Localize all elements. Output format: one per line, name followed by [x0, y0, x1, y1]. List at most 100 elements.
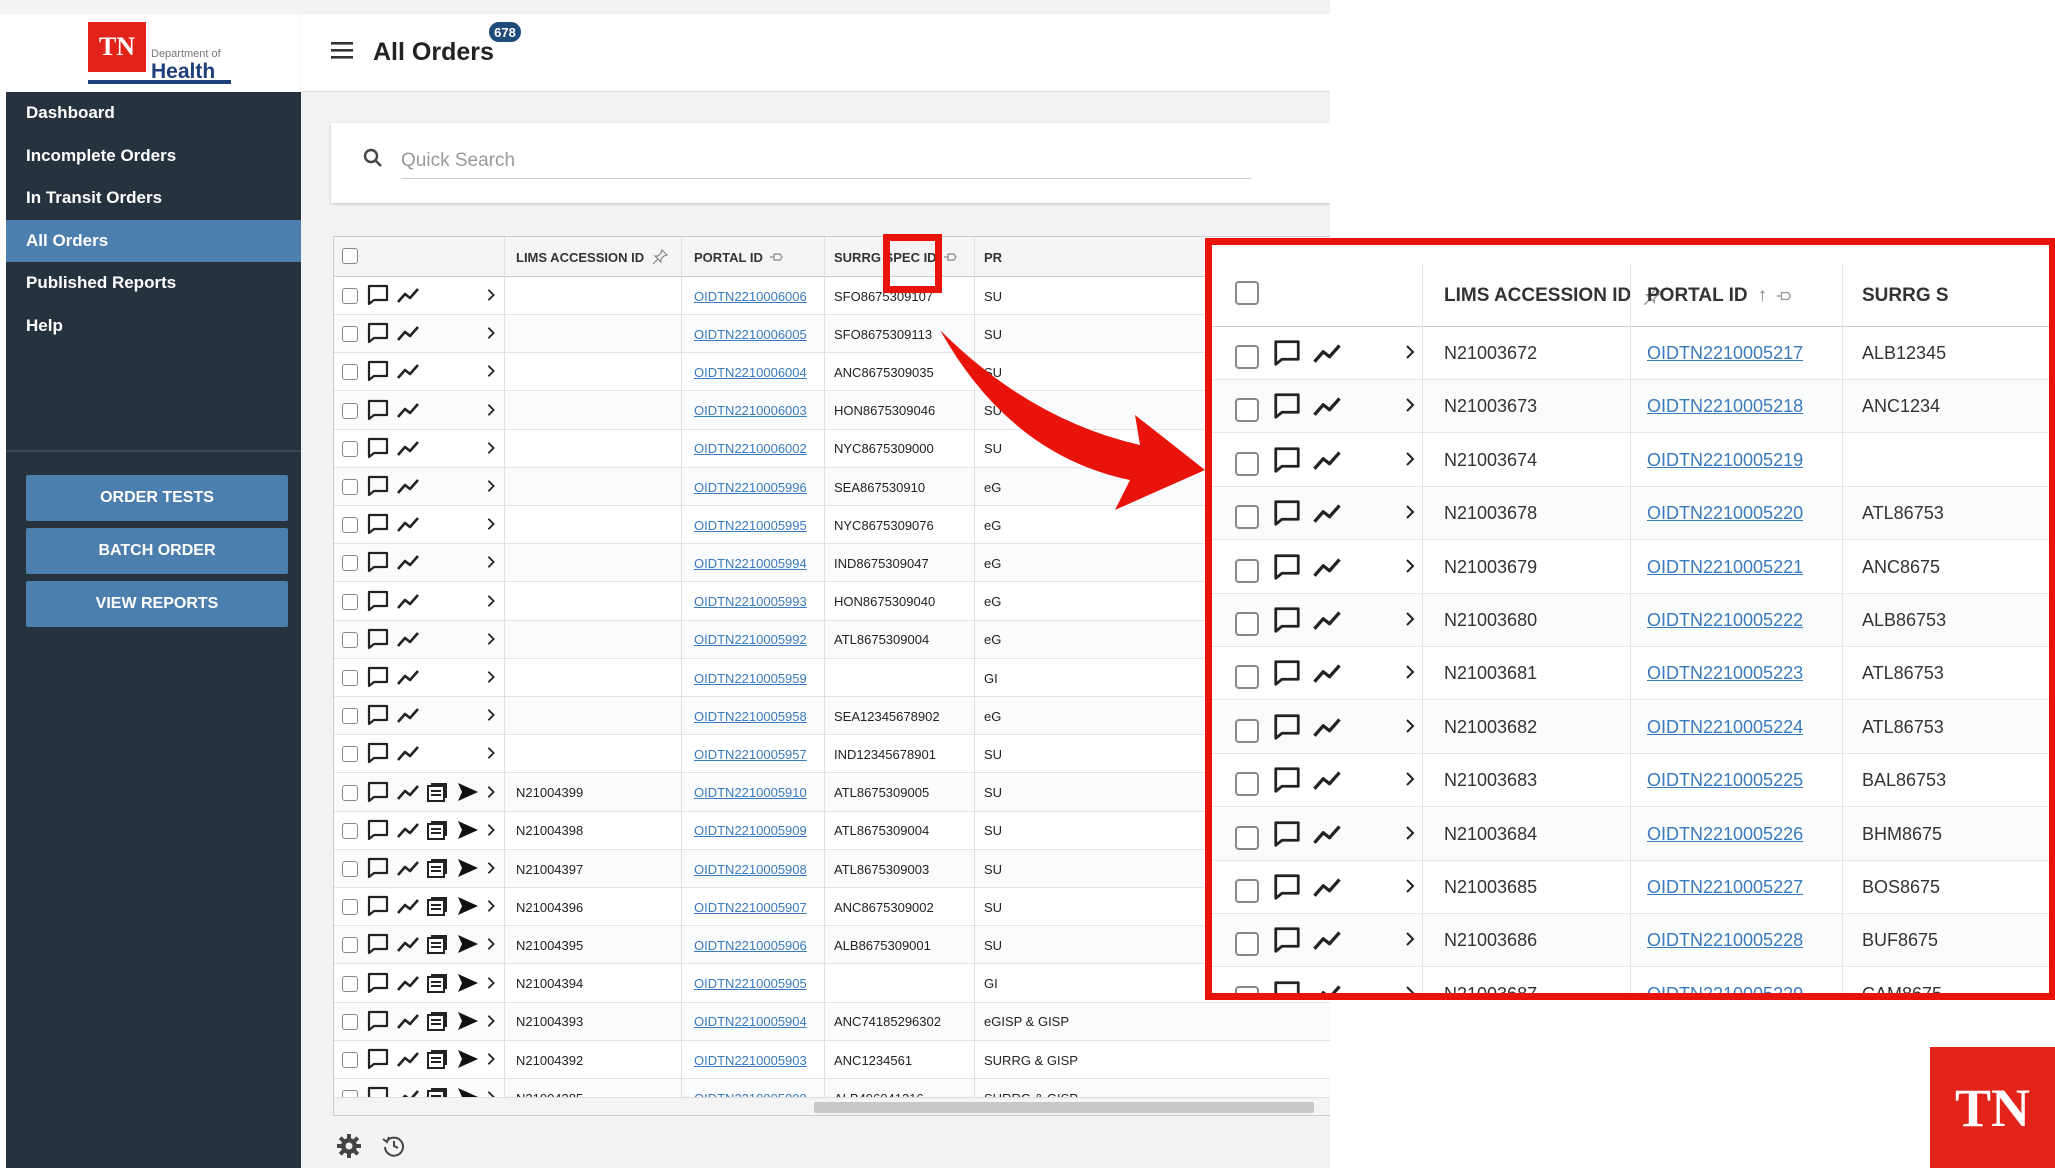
table-row[interactable]: N21003687 OIDTN2210005229 CAM8675 [1212, 968, 2049, 993]
portal-id-link[interactable]: OIDTN2210005217 [1647, 343, 1803, 364]
row-checkbox[interactable] [1235, 612, 1259, 636]
comment-icon[interactable] [1272, 658, 1302, 688]
trend-icon[interactable] [396, 512, 422, 538]
chevron-right-icon[interactable] [484, 364, 498, 380]
table-row[interactable]: N21003674 OIDTN2210005219 [1212, 434, 2049, 487]
comment-icon[interactable] [366, 512, 392, 538]
trend-icon[interactable] [1312, 605, 1342, 635]
table-row[interactable]: N21003678 OIDTN2210005220 ATL86753 [1212, 487, 2049, 541]
chevron-right-icon[interactable] [484, 899, 498, 915]
select-all-checkbox[interactable] [342, 248, 358, 264]
portal-id-link[interactable]: OIDTN2210005906 [694, 938, 807, 953]
trend-icon[interactable] [1312, 765, 1342, 795]
portal-id-link[interactable]: OIDTN2210005229 [1647, 984, 1803, 993]
portal-id-link[interactable]: OIDTN2210005226 [1647, 824, 1803, 845]
trend-icon[interactable] [396, 1047, 422, 1073]
chevron-right-icon[interactable] [484, 823, 498, 839]
row-checkbox[interactable] [342, 899, 358, 916]
row-checkbox[interactable] [1235, 825, 1259, 850]
trend-icon[interactable] [1312, 445, 1342, 475]
trend-icon[interactable] [396, 321, 422, 347]
portal-id-link[interactable]: OIDTN2210005904 [694, 1014, 807, 1029]
chevron-right-icon[interactable] [484, 1052, 498, 1068]
chevron-right-icon[interactable] [484, 785, 498, 801]
chevron-right-icon[interactable] [1402, 611, 1416, 631]
trend-icon[interactable] [1312, 872, 1342, 902]
table-row[interactable]: N21004397 OIDTN2210005908 ATL8675309003 SU [334, 850, 1330, 888]
row-checkbox[interactable] [1235, 985, 1259, 993]
row-checkbox[interactable] [342, 670, 358, 686]
portal-id-link[interactable]: OIDTN2210005903 [694, 1053, 807, 1068]
table-row[interactable]: N21003686 OIDTN2210005228 BUF8675 [1212, 914, 2049, 968]
trend-icon[interactable] [1312, 552, 1342, 582]
comment-icon[interactable] [366, 856, 392, 882]
portal-id-link[interactable]: OIDTN2210005996 [694, 480, 807, 495]
table-row[interactable]: N21004396 OIDTN2210005907 ANC8675309002 SU [334, 888, 1330, 927]
column-header-portal-id[interactable]: PORTAL ID [694, 237, 814, 277]
chevron-right-icon[interactable] [484, 861, 498, 877]
comment-icon[interactable] [1272, 391, 1302, 421]
history-icon[interactable] [381, 1133, 407, 1159]
send-icon[interactable] [456, 780, 482, 806]
trend-icon[interactable] [396, 283, 422, 309]
row-checkbox[interactable] [1235, 505, 1259, 530]
row-checkbox[interactable] [1235, 932, 1259, 957]
comment-icon[interactable] [366, 398, 392, 424]
row-checkbox[interactable] [342, 1013, 358, 1030]
sidebar-item-in-transit-orders[interactable]: In Transit Orders [6, 177, 301, 219]
portal-id-link[interactable]: OIDTN2210005994 [694, 556, 807, 571]
trend-icon[interactable] [396, 665, 422, 691]
row-checkbox[interactable] [1235, 772, 1259, 797]
comment-icon[interactable] [1272, 979, 1302, 993]
chevron-right-icon[interactable] [1402, 344, 1416, 364]
chevron-right-icon[interactable] [484, 403, 498, 419]
column-header-surrg-spec-id[interactable]: SURRG S [1862, 265, 1949, 327]
chevron-right-icon[interactable] [1402, 771, 1416, 791]
table-row[interactable]: OIDTN2210005957 IND12345678901 SU [334, 735, 1330, 774]
chevron-right-icon[interactable] [1402, 718, 1416, 738]
batch-order-button[interactable]: BATCH ORDER [26, 528, 288, 574]
chevron-right-icon[interactable] [1402, 558, 1416, 578]
portal-id-link[interactable]: OIDTN2210005905 [694, 976, 807, 991]
chevron-right-icon[interactable] [484, 594, 498, 610]
trend-icon[interactable] [396, 474, 422, 500]
report-icon[interactable] [426, 818, 452, 844]
comment-icon[interactable] [1272, 712, 1302, 742]
chevron-right-icon[interactable] [1402, 504, 1416, 524]
comment-icon[interactable] [366, 283, 392, 309]
row-checkbox[interactable] [342, 708, 358, 725]
portal-id-link[interactable]: OIDTN2210005223 [1647, 663, 1803, 684]
comment-icon[interactable] [366, 359, 392, 385]
portal-id-link[interactable]: OIDTN2210005910 [694, 785, 807, 800]
chevron-right-icon[interactable] [1402, 451, 1416, 471]
trend-icon[interactable] [1312, 979, 1342, 993]
trend-icon[interactable] [1312, 658, 1342, 688]
send-icon[interactable] [456, 971, 482, 997]
sidebar-item-incomplete-orders[interactable]: Incomplete Orders [6, 135, 301, 177]
portal-id-link[interactable]: OIDTN2210005227 [1647, 877, 1803, 898]
row-checkbox[interactable] [1235, 665, 1259, 690]
view-reports-button[interactable]: VIEW REPORTS [26, 581, 288, 627]
report-icon[interactable] [426, 1009, 452, 1035]
table-row[interactable]: OIDTN2210005993 HON8675309040 eG [334, 583, 1330, 621]
trend-icon[interactable] [1312, 391, 1342, 421]
chevron-right-icon[interactable] [1402, 664, 1416, 684]
row-checkbox[interactable] [342, 479, 358, 495]
row-checkbox[interactable] [342, 288, 358, 304]
portal-id-link[interactable]: OIDTN2210005958 [694, 709, 807, 724]
chevron-right-icon[interactable] [484, 746, 498, 762]
select-all-checkbox[interactable] [1235, 281, 1259, 305]
table-row[interactable]: N21003683 OIDTN2210005225 BAL86753 [1212, 754, 2049, 808]
comment-icon[interactable] [1272, 925, 1302, 955]
portal-id-link[interactable]: OIDTN2210005957 [694, 747, 807, 762]
chevron-right-icon[interactable] [484, 441, 498, 457]
portal-id-link[interactable]: OIDTN2210006002 [694, 441, 807, 456]
row-checkbox[interactable] [1235, 345, 1259, 369]
trend-icon[interactable] [1312, 338, 1342, 368]
comment-icon[interactable] [366, 894, 392, 920]
trend-icon[interactable] [396, 894, 422, 920]
portal-id-link[interactable]: OIDTN2210005219 [1647, 450, 1803, 471]
row-checkbox[interactable] [342, 440, 358, 457]
comment-icon[interactable] [366, 474, 392, 500]
trend-icon[interactable] [396, 856, 422, 882]
